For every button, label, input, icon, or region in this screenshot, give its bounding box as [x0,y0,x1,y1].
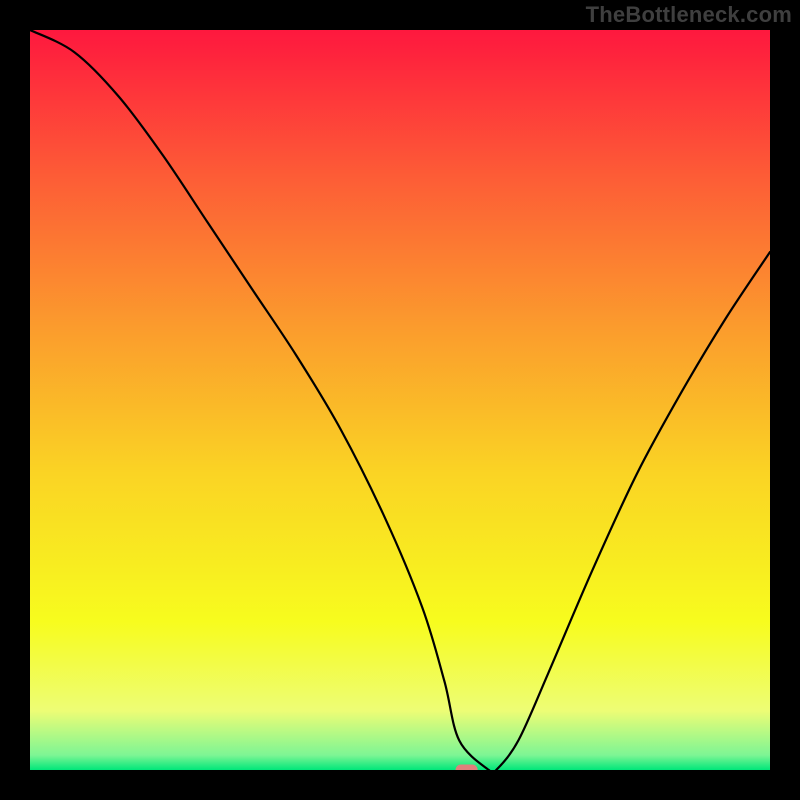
optimum-marker [456,765,478,771]
watermark-text: TheBottleneck.com [586,2,792,28]
chart-frame: TheBottleneck.com [0,0,800,800]
bottleneck-chart [30,30,770,770]
plot-background [30,30,770,770]
